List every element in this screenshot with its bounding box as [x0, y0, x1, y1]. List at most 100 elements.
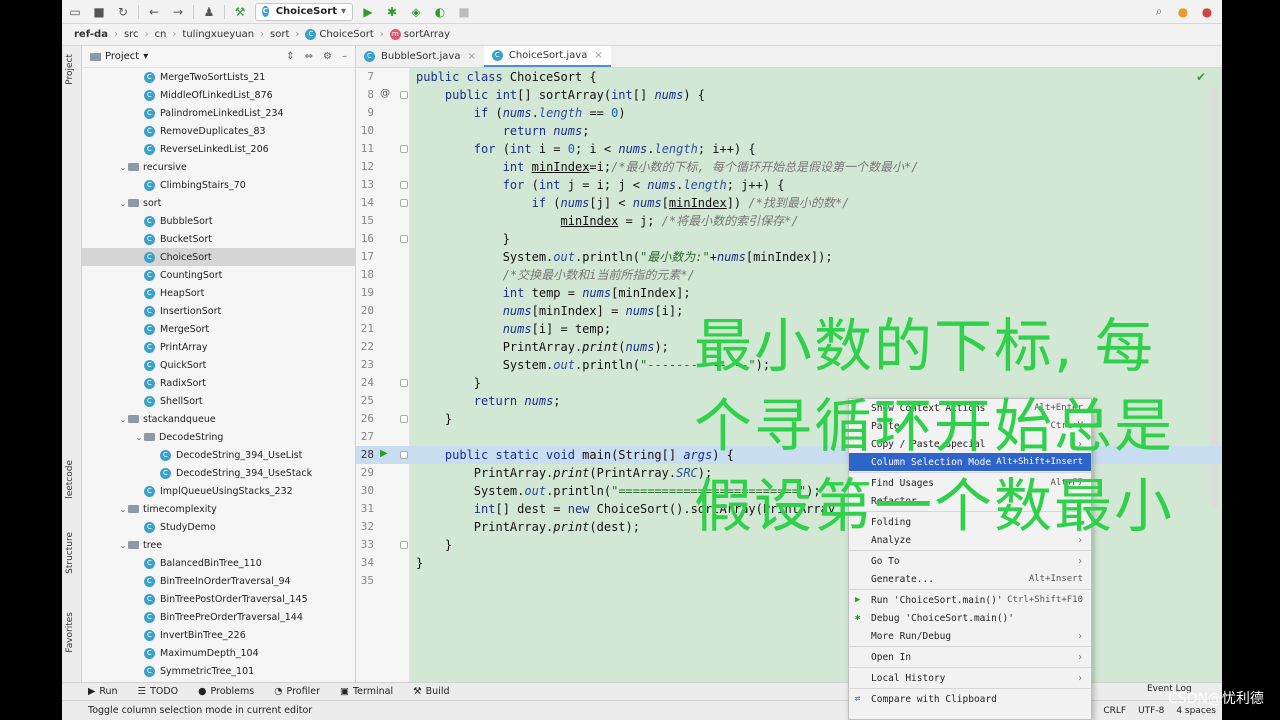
tree-item[interactable]: C StudyDemo	[82, 518, 356, 536]
tree-item[interactable]: C RemoveDuplicates_83	[82, 122, 356, 140]
gear-icon[interactable]: ⚙	[323, 51, 332, 62]
tree-item[interactable]: C PalindromeLinkedList_234	[82, 104, 356, 122]
run-configuration-select[interactable]: C ChoiceSort ▾	[255, 2, 353, 21]
fold-icon[interactable]	[400, 145, 408, 153]
fold-icon[interactable]	[400, 451, 408, 459]
tree-folder[interactable]: ⌄ stackandqueue	[82, 410, 356, 428]
menu-item[interactable]: Analyze ›	[849, 531, 1091, 549]
code-line[interactable]: return nums;	[416, 122, 590, 140]
line-separator-indicator[interactable]: CRLF	[1103, 706, 1126, 716]
tree-item[interactable]: C BubbleSort	[82, 212, 356, 230]
favorites-tool-tab[interactable]: Favorites	[65, 612, 75, 653]
tree-item[interactable]: C SymmetricTree_101	[82, 662, 356, 680]
code-line[interactable]: public static void main(String[] args) {	[416, 446, 734, 464]
code-line[interactable]: PrintArray.print(PrintArray.SRC);	[416, 464, 712, 482]
override-icon[interactable]: @	[380, 88, 390, 99]
breadcrumb-item[interactable]: m sortArray	[389, 29, 450, 40]
hide-icon[interactable]: –	[342, 51, 347, 62]
profiler-tool-button[interactable]: ◔ Profiler	[274, 686, 320, 697]
debug-icon[interactable]: ✱	[383, 3, 401, 21]
tree-item[interactable]: C BinTreePreOrderTraversal_144	[82, 608, 356, 626]
menu-item[interactable]: Generate... Alt+Insert	[849, 570, 1091, 588]
tree-item[interactable]: C MergeSort	[82, 320, 356, 338]
tab-bubblesort[interactable]: C BubbleSort.java ×	[356, 46, 484, 67]
run-icon[interactable]: ▶	[359, 3, 377, 21]
code-line[interactable]: }	[416, 554, 423, 572]
collapse-all-icon[interactable]: ⇔	[305, 51, 313, 62]
tree-item[interactable]: C MergeTwoSortLists_21	[82, 68, 356, 86]
sync-icon[interactable]: ↻	[114, 3, 132, 21]
tree-folder[interactable]: ⌄ recursive	[82, 158, 356, 176]
fold-icon[interactable]	[400, 181, 408, 189]
chevron-down-icon[interactable]: ▾	[143, 51, 148, 62]
menu-item[interactable]: ⇄ Compare with Clipboard	[849, 690, 1091, 708]
menu-item[interactable]: Folding ›	[849, 513, 1091, 531]
menu-item[interactable]: Refactor ›	[849, 492, 1091, 510]
expand-all-icon[interactable]: ⇕	[286, 51, 294, 62]
tree-item[interactable]: C BucketSort	[82, 230, 356, 248]
tree-item[interactable]: C PrintArray	[82, 338, 356, 356]
run-icon[interactable]: ▶	[380, 448, 388, 459]
tree-item[interactable]: C MiddleOfLinkedList_876	[82, 86, 356, 104]
code-line[interactable]: System.out.println("--------------");	[416, 356, 770, 374]
tree-item[interactable]: C ShellSort	[82, 392, 356, 410]
menu-item[interactable]: Copy / Paste Special ›	[849, 435, 1091, 453]
editor-scrollbar[interactable]	[1210, 88, 1218, 508]
code-line[interactable]: /*交换最小数和i当前所指的元素*/	[416, 266, 695, 284]
code-line[interactable]: PrintArray.print(nums);	[416, 338, 669, 356]
tree-item[interactable]: C RadixSort	[82, 374, 356, 392]
code-line[interactable]: for (int j = i; j < nums.length; j++) {	[416, 176, 785, 194]
code-line[interactable]: int[] dest = new ChoiceSort().sortArray(…	[416, 500, 835, 518]
close-icon[interactable]: ×	[467, 51, 475, 62]
fold-icon[interactable]	[400, 379, 408, 387]
chevron-down-icon[interactable]: ⌄	[118, 541, 128, 550]
folder-icon[interactable]: ▭	[66, 3, 84, 21]
code-line[interactable]: nums[i] = temp;	[416, 320, 611, 338]
tree-item[interactable]: C BinTreeInOrderTraversal_94	[82, 572, 356, 590]
breadcrumb-item[interactable]: src ›	[124, 29, 155, 40]
code-line[interactable]: }	[416, 230, 510, 248]
search-icon[interactable]: ⌕	[1150, 3, 1168, 21]
tree-folder[interactable]: ⌄ tree	[82, 536, 356, 554]
profile-icon[interactable]: ◐	[431, 3, 449, 21]
tree-item[interactable]: C CountingSort	[82, 266, 356, 284]
code-line[interactable]: if (nums.length == 0)	[416, 104, 626, 122]
line-gutter[interactable]: 7 8 9 10 11 12 13 14 15 16 17 18 19 20 21 22 23 24 25 26 27 2…	[356, 68, 410, 682]
menu-item[interactable]: ✱ Debug 'ChoiceSort.main()'	[849, 609, 1091, 627]
chevron-down-icon[interactable]: ⌄	[118, 199, 128, 208]
menu-item[interactable]: Find Usages Alt+F7	[849, 474, 1091, 492]
tree-item[interactable]: C ClimbingStairs_70	[82, 176, 356, 194]
code-line[interactable]: public int[] sortArray(int[] nums) {	[416, 86, 705, 104]
tree-item[interactable]: C InvertBinTree_226	[82, 626, 356, 644]
tree-item[interactable]: C QuickSort	[82, 356, 356, 374]
code-line[interactable]: public class ChoiceSort {	[416, 68, 597, 86]
code-line[interactable]: int temp = nums[minIndex];	[416, 284, 691, 302]
tree-folder[interactable]: ⌄ DecodeString	[82, 428, 356, 446]
project-panel-title[interactable]: Project	[105, 51, 139, 62]
run-tool-button[interactable]: ▶ Run	[88, 686, 118, 697]
problems-tool-button[interactable]: ● Problems	[198, 686, 254, 697]
forward-icon[interactable]: →	[169, 3, 187, 21]
chevron-down-icon[interactable]: ⌄	[134, 433, 144, 442]
tree-folder[interactable]: ⌄ timecomplexity	[82, 500, 356, 518]
fold-icon[interactable]	[400, 235, 408, 243]
tree-item[interactable]: C MaximumDepth_104	[82, 644, 356, 662]
breadcrumb-item[interactable]: C ChoiceSort ›	[305, 29, 389, 40]
terminal-tool-button[interactable]: ▣ Terminal	[340, 686, 393, 697]
tree-item[interactable]: C ChoiceSort	[82, 248, 356, 266]
code-line[interactable]: nums[minIndex] = nums[i];	[416, 302, 684, 320]
menu-item[interactable]: More Run/Debug ›	[849, 627, 1091, 645]
tree-item[interactable]: C DecodeString_394_UseList	[82, 446, 356, 464]
menu-item[interactable]: Paste Ctrl+V	[849, 417, 1091, 435]
update-icon[interactable]: ●	[1174, 3, 1192, 21]
code-line[interactable]: minIndex = j; /*将最小数的索引保存*/	[416, 212, 799, 230]
close-icon[interactable]: ×	[594, 50, 602, 61]
code-line[interactable]: System.out.println("====================…	[416, 482, 821, 500]
fold-icon[interactable]	[400, 199, 408, 207]
code-line[interactable]: }	[416, 374, 481, 392]
code-line[interactable]: }	[416, 536, 452, 554]
chevron-down-icon[interactable]: ⌄	[118, 415, 128, 424]
tree-item[interactable]: C HeapSort	[82, 284, 356, 302]
tree-item[interactable]: C BalancedBinTree_110	[82, 554, 356, 572]
build-hammer-icon[interactable]: ⚒	[231, 3, 249, 21]
